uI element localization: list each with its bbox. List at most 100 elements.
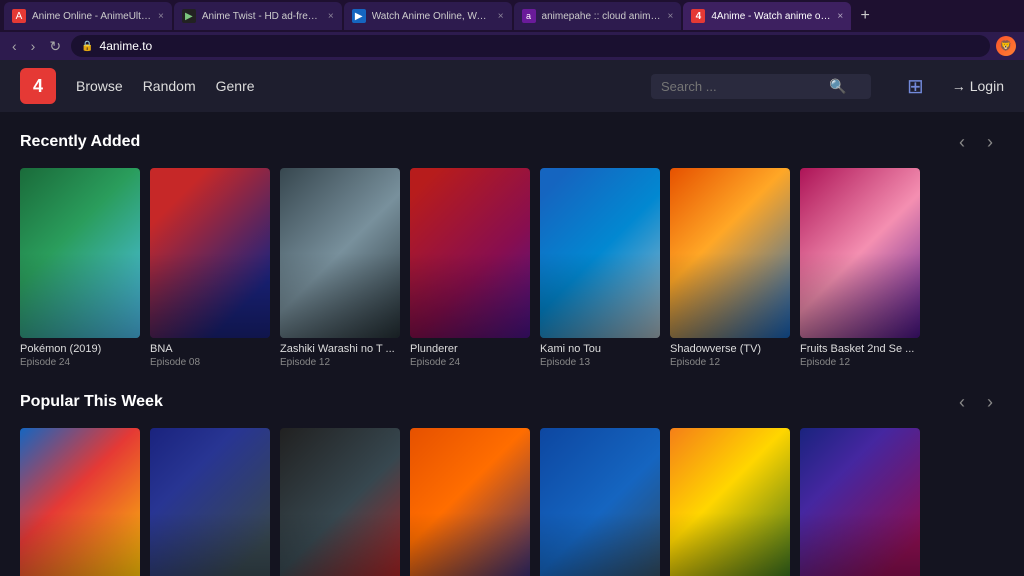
lock-icon: 🔒 — [81, 41, 93, 52]
site-logo[interactable]: 4 — [20, 68, 56, 104]
anime-card[interactable]: Pokémon (2019) Episode 24 — [20, 168, 140, 368]
tab-favicon-4: 4 — [691, 9, 705, 23]
anime-thumbnail — [670, 168, 790, 338]
address-bar-row: ‹ › ↻ 🔒 4anime.to 🦁 — [0, 32, 1024, 60]
anime-thumbnail — [800, 168, 920, 338]
anime-episode: Episode 08 — [150, 357, 270, 368]
anime-card[interactable]: Plunderer Episode 24 — [410, 168, 530, 368]
tab-close-3[interactable]: × — [668, 11, 674, 22]
login-button[interactable]: → Login — [952, 78, 1004, 94]
thumb-overlay — [150, 168, 270, 338]
thumb-overlay — [670, 168, 790, 338]
search-icon[interactable]: 🔍 — [829, 78, 846, 95]
anime-thumbnail — [670, 428, 790, 576]
address-bar[interactable]: 🔒 4anime.to — [71, 35, 990, 57]
tab-close-2[interactable]: × — [498, 11, 504, 22]
tab-label-0: Anime Online - AnimeUltim... — [32, 11, 152, 22]
tab-bar: A Anime Online - AnimeUltim... × ▶ Anime… — [0, 0, 1024, 32]
tab-animepahe[interactable]: a animepahe :: cloud anime encodin... × — [514, 2, 682, 30]
refresh-button[interactable]: ↻ — [45, 36, 65, 57]
anime-thumbnail — [150, 428, 270, 576]
anime-episode: Episode 12 — [800, 357, 920, 368]
tab-animetwist[interactable]: ▶ Anime Twist - HD ad-free anime fo... × — [174, 2, 342, 30]
thumb-overlay — [800, 168, 920, 338]
anime-title: Shadowverse (TV) — [670, 343, 790, 355]
anime-thumbnail — [150, 168, 270, 338]
anime-thumbnail — [410, 168, 530, 338]
anime-card[interactable]: Fugou Keiji: Balance ... — [540, 428, 660, 576]
anime-title: BNA — [150, 343, 270, 355]
popular-week-row: One PieceBoku no Hero Academi ...Kaguya-… — [20, 428, 1004, 576]
anime-thumbnail — [540, 168, 660, 338]
anime-card[interactable]: One Piece — [20, 428, 140, 576]
anime-episode: Episode 12 — [280, 357, 400, 368]
recently-added-next[interactable]: › — [976, 128, 1004, 156]
discord-icon[interactable]: ⊞ — [907, 74, 924, 99]
thumb-overlay — [410, 168, 530, 338]
thumb-overlay — [410, 428, 530, 576]
search-input[interactable] — [661, 79, 821, 94]
thumb-overlay — [280, 168, 400, 338]
tab-favicon-0: A — [12, 9, 26, 23]
forward-button[interactable]: › — [27, 36, 40, 56]
anime-card[interactable]: BNA Episode 08 — [150, 168, 270, 368]
anime-title: Plunderer — [410, 343, 530, 355]
anime-card[interactable]: Boku no Hero Academi ... — [150, 428, 270, 576]
thumb-overlay — [540, 428, 660, 576]
anime-card[interactable]: Kami no Tou Episode 13 — [540, 168, 660, 368]
anime-title: Pokémon (2019) — [20, 343, 140, 355]
back-button[interactable]: ‹ — [8, 36, 21, 56]
anime-card[interactable]: Kami no Tou — [670, 428, 790, 576]
search-bar[interactable]: 🔍 — [651, 74, 871, 99]
recently-added-row: Pokémon (2019) Episode 24 BNA Episode 08 Zas… — [20, 168, 1004, 368]
browse-link[interactable]: Browse — [76, 78, 123, 94]
anime-episode: Episode 24 — [410, 357, 530, 368]
thumb-overlay — [670, 428, 790, 576]
genre-link[interactable]: Genre — [216, 78, 255, 94]
anime-thumbnail — [410, 428, 530, 576]
login-arrow-icon: → — [952, 78, 966, 94]
tab-close-4[interactable]: × — [837, 11, 843, 22]
nav-links: Browse Random Genre — [76, 78, 255, 94]
browser-chrome: A Anime Online - AnimeUltim... × ▶ Anime… — [0, 0, 1024, 60]
anime-card[interactable]: Zashiki Warashi no T ... Episode 12 — [280, 168, 400, 368]
anime-card[interactable]: Kaguya-sama wa Kokur ... — [280, 428, 400, 576]
tab-label-3: animepahe :: cloud anime encodin... — [542, 11, 662, 22]
popular-week-title: Popular This Week — [20, 393, 948, 411]
new-tab-button[interactable]: + — [853, 4, 877, 28]
popular-week-prev[interactable]: ‹ — [948, 388, 976, 416]
site-content: 4 Browse Random Genre 🔍 ⊞ → Login Recent… — [0, 60, 1024, 576]
thumb-overlay — [280, 428, 400, 576]
recently-added-header: Recently Added ‹ › — [20, 128, 1004, 156]
navbar: 4 Browse Random Genre 🔍 ⊞ → Login — [0, 60, 1024, 112]
random-link[interactable]: Random — [143, 78, 196, 94]
tab-favicon-3: a — [522, 9, 536, 23]
anime-episode: Episode 13 — [540, 357, 660, 368]
popular-week-next[interactable]: › — [976, 388, 1004, 416]
tab-4anime[interactable]: 4 4Anime - Watch anime online × — [683, 2, 851, 30]
thumb-overlay — [540, 168, 660, 338]
tab-label-1: Anime Twist - HD ad-free anime fo... — [202, 11, 322, 22]
anime-episode: Episode 12 — [670, 357, 790, 368]
tab-animultim[interactable]: A Anime Online - AnimeUltim... × — [4, 2, 172, 30]
anime-title: Zashiki Warashi no T ... — [280, 343, 400, 355]
main-content: Recently Added ‹ › Pokémon (2019) Episode… — [0, 112, 1024, 576]
tab-close-0[interactable]: × — [158, 11, 164, 22]
anime-card[interactable]: Naruto — [410, 428, 530, 576]
anime-card[interactable]: Boku no Hero Academi ... — [800, 428, 920, 576]
url-text: 4anime.to — [100, 39, 153, 53]
tab-label-4: 4Anime - Watch anime online — [711, 11, 831, 22]
anime-card[interactable]: Fruits Basket 2nd Se ...Episode 12 — [800, 168, 920, 368]
anime-thumbnail — [540, 428, 660, 576]
tab-favicon-2: ▶ — [352, 9, 366, 23]
anime-episode: Episode 24 — [20, 357, 140, 368]
anime-thumbnail — [800, 428, 920, 576]
anime-title: Kami no Tou — [540, 343, 660, 355]
thumb-overlay — [20, 428, 140, 576]
tab-close-1[interactable]: × — [328, 11, 334, 22]
anime-card[interactable]: Shadowverse (TV) Episode 12 — [670, 168, 790, 368]
recently-added-prev[interactable]: ‹ — [948, 128, 976, 156]
tab-watchanime[interactable]: ▶ Watch Anime Online, Watch Engli... × — [344, 2, 512, 30]
anime-thumbnail — [280, 168, 400, 338]
anime-thumbnail — [20, 168, 140, 338]
